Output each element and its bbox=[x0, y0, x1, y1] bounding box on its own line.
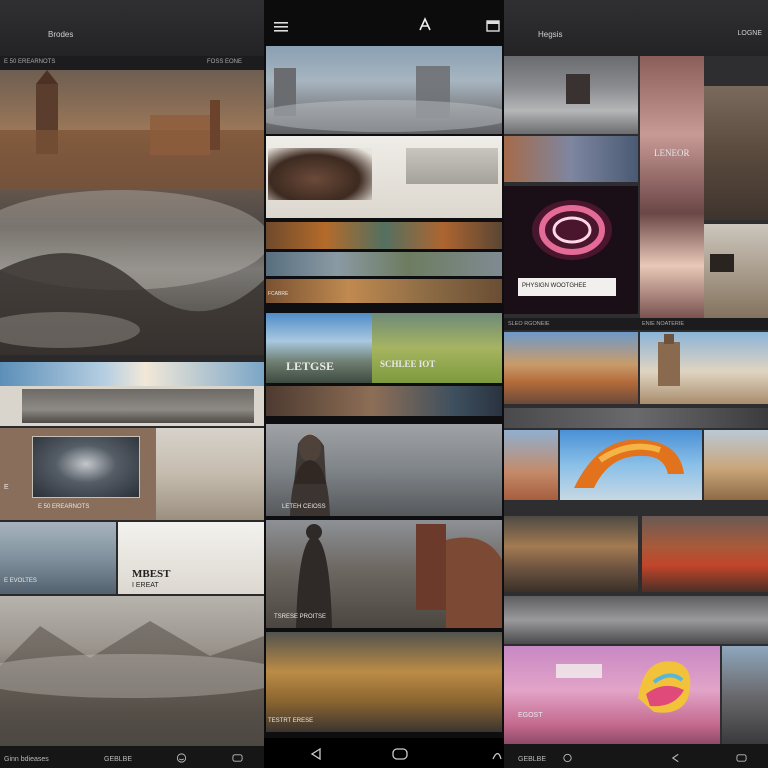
gray-strip[interactable] bbox=[504, 408, 768, 428]
hero-image[interactable] bbox=[0, 70, 264, 355]
right-bottom-nav: GEBLBE bbox=[504, 744, 768, 768]
storm-thumbnail bbox=[32, 436, 140, 498]
golden-landscape[interactable]: TESTRT ERESE bbox=[266, 632, 502, 732]
portrait-card[interactable]: LETEH CEIOSS bbox=[266, 424, 502, 516]
menu-icon[interactable] bbox=[274, 22, 288, 32]
home-icon[interactable] bbox=[562, 753, 573, 763]
right-screen: Hegsis LOGNE LENEOR PHYSIGN WOOTGHEE SLE… bbox=[504, 0, 768, 768]
storm-card-caption: E 50 EREARNOTS bbox=[38, 504, 90, 510]
small-landscape-thumb[interactable] bbox=[504, 430, 558, 500]
middle-header bbox=[264, 0, 504, 46]
left-subbar-text: E 50 EREARNOTS bbox=[4, 59, 56, 65]
temple-illustration bbox=[658, 334, 680, 386]
left-subbar-right: FOSS EONE bbox=[206, 59, 242, 65]
portrait-illustration bbox=[290, 434, 330, 516]
middle-bottom-nav bbox=[264, 738, 504, 768]
autumn-strip-1[interactable] bbox=[266, 222, 502, 249]
autumn-strip-3[interactable]: FCABRE bbox=[266, 279, 502, 303]
ribbon-sculpture-illustration bbox=[556, 661, 691, 713]
right-tag-bar: SLEO RGONEIE ENIE NOATERIE bbox=[504, 318, 768, 330]
foggy-strip[interactable] bbox=[504, 596, 768, 644]
left-bottom-nav: Ginn bdieases GEBLBE bbox=[0, 746, 264, 768]
recents-icon[interactable] bbox=[736, 753, 747, 763]
bookmark-icon[interactable] bbox=[486, 20, 500, 32]
ruin-thumbnail bbox=[406, 148, 498, 184]
tag-right[interactable]: ENIE NOATERIE bbox=[642, 321, 684, 327]
poster-card[interactable]: LENEOR bbox=[640, 56, 704, 318]
interior-card[interactable] bbox=[704, 224, 768, 318]
ruins-dusk-image[interactable] bbox=[504, 516, 638, 592]
tower-caption: TSRESE PROITSE bbox=[274, 614, 327, 620]
tower-thumb[interactable] bbox=[722, 646, 768, 744]
cosmic-card[interactable]: PHYSIGN WOOTGHEE bbox=[504, 186, 638, 314]
castle-thumb[interactable] bbox=[704, 430, 768, 500]
lake-card-caption: E EVOLTES bbox=[4, 578, 37, 584]
article-card[interactable]: MBEST I EREAT bbox=[118, 522, 264, 594]
pink-art-card[interactable]: EGOST bbox=[504, 646, 720, 744]
green-field-image[interactable]: SCHLEE IOT bbox=[372, 313, 502, 383]
ruins-image[interactable] bbox=[266, 46, 502, 134]
lake-card[interactable]: E EVOLTES bbox=[0, 522, 116, 594]
interior-window bbox=[710, 254, 734, 272]
right-header: Hegsis LOGNE bbox=[504, 0, 768, 56]
left-header-title: Brodes bbox=[48, 30, 74, 39]
smile-icon[interactable] bbox=[176, 753, 187, 763]
recents-icon[interactable] bbox=[232, 753, 243, 763]
back-icon[interactable] bbox=[670, 753, 681, 763]
misty-ruin-illustration bbox=[566, 74, 590, 104]
pink-card-caption: EGOST bbox=[518, 712, 543, 719]
tag-left[interactable]: SLEO RGONEIE bbox=[508, 321, 550, 327]
tower-illustration bbox=[296, 524, 502, 628]
right-header-right: LOGNE bbox=[737, 30, 762, 37]
autumn-arch-image[interactable] bbox=[560, 430, 702, 500]
pagoda-image[interactable] bbox=[504, 136, 638, 182]
tower-card[interactable]: TSRESE PROITSE bbox=[266, 520, 502, 628]
article-card-subtitle: I EREAT bbox=[132, 582, 159, 589]
rock-card[interactable] bbox=[266, 136, 502, 218]
right-header-title: Hegsis bbox=[538, 30, 563, 39]
green-field-title: SCHLEE IOT bbox=[380, 359, 436, 369]
article-card-title: MBEST bbox=[132, 568, 171, 580]
storm-card[interactable]: E E 50 EREARNOTS bbox=[0, 428, 156, 520]
recents-icon[interactable] bbox=[492, 748, 502, 760]
dune-image[interactable] bbox=[156, 428, 264, 520]
left-subbar: E 50 EREARNOTS FOSS EONE bbox=[0, 56, 264, 70]
landscape-strip-2[interactable] bbox=[266, 252, 502, 276]
mountain-illustration bbox=[0, 621, 264, 746]
home-icon[interactable] bbox=[392, 748, 408, 760]
left-screen: Brodes E 50 EREARNOTS FOSS EONE E E 50 E… bbox=[0, 0, 264, 768]
poster-title: LENEOR bbox=[654, 148, 690, 158]
logo-icon bbox=[419, 17, 431, 31]
left-header: Brodes bbox=[0, 0, 264, 56]
middle-screen: FCABRE LETGSE SCHLEE IOT LETEH CEIOSS TS… bbox=[264, 0, 504, 768]
search-box[interactable]: PHYSIGN WOOTGHEE bbox=[518, 278, 616, 296]
arch-illustration bbox=[574, 439, 684, 488]
mountain-lake-title: LETGSE bbox=[286, 359, 335, 373]
portrait-caption: LETEH CEIOSS bbox=[282, 504, 326, 510]
misty-ruin-image[interactable] bbox=[504, 56, 638, 134]
dusk-strip[interactable] bbox=[266, 386, 502, 416]
ruins-illustration bbox=[266, 66, 502, 132]
castle-skyline-illustration bbox=[0, 70, 264, 355]
golden-caption: TESTRT ERESE bbox=[268, 718, 314, 724]
landscape-banner[interactable] bbox=[0, 386, 264, 426]
brick-building-image[interactable] bbox=[704, 86, 768, 220]
strip-caption: FCABRE bbox=[268, 291, 289, 297]
temple-image[interactable] bbox=[640, 332, 768, 404]
right-bottom-label: GEBLBE bbox=[518, 756, 547, 763]
rock-thumbnail bbox=[268, 148, 372, 200]
canyon-image[interactable] bbox=[504, 332, 638, 404]
red-ruins-image[interactable] bbox=[642, 516, 768, 592]
fog-mountain-image[interactable] bbox=[0, 596, 264, 746]
left-bottom-label: Ginn bdieases bbox=[4, 756, 49, 763]
back-icon[interactable] bbox=[310, 748, 322, 760]
sky-strip-image[interactable] bbox=[0, 362, 264, 386]
left-nav-tab[interactable]: GEBLBE bbox=[104, 756, 132, 763]
search-label: PHYSIGN WOOTGHEE bbox=[522, 283, 587, 289]
side-mark: E bbox=[4, 484, 9, 491]
mountain-lake-image[interactable]: LETGSE bbox=[266, 313, 372, 383]
